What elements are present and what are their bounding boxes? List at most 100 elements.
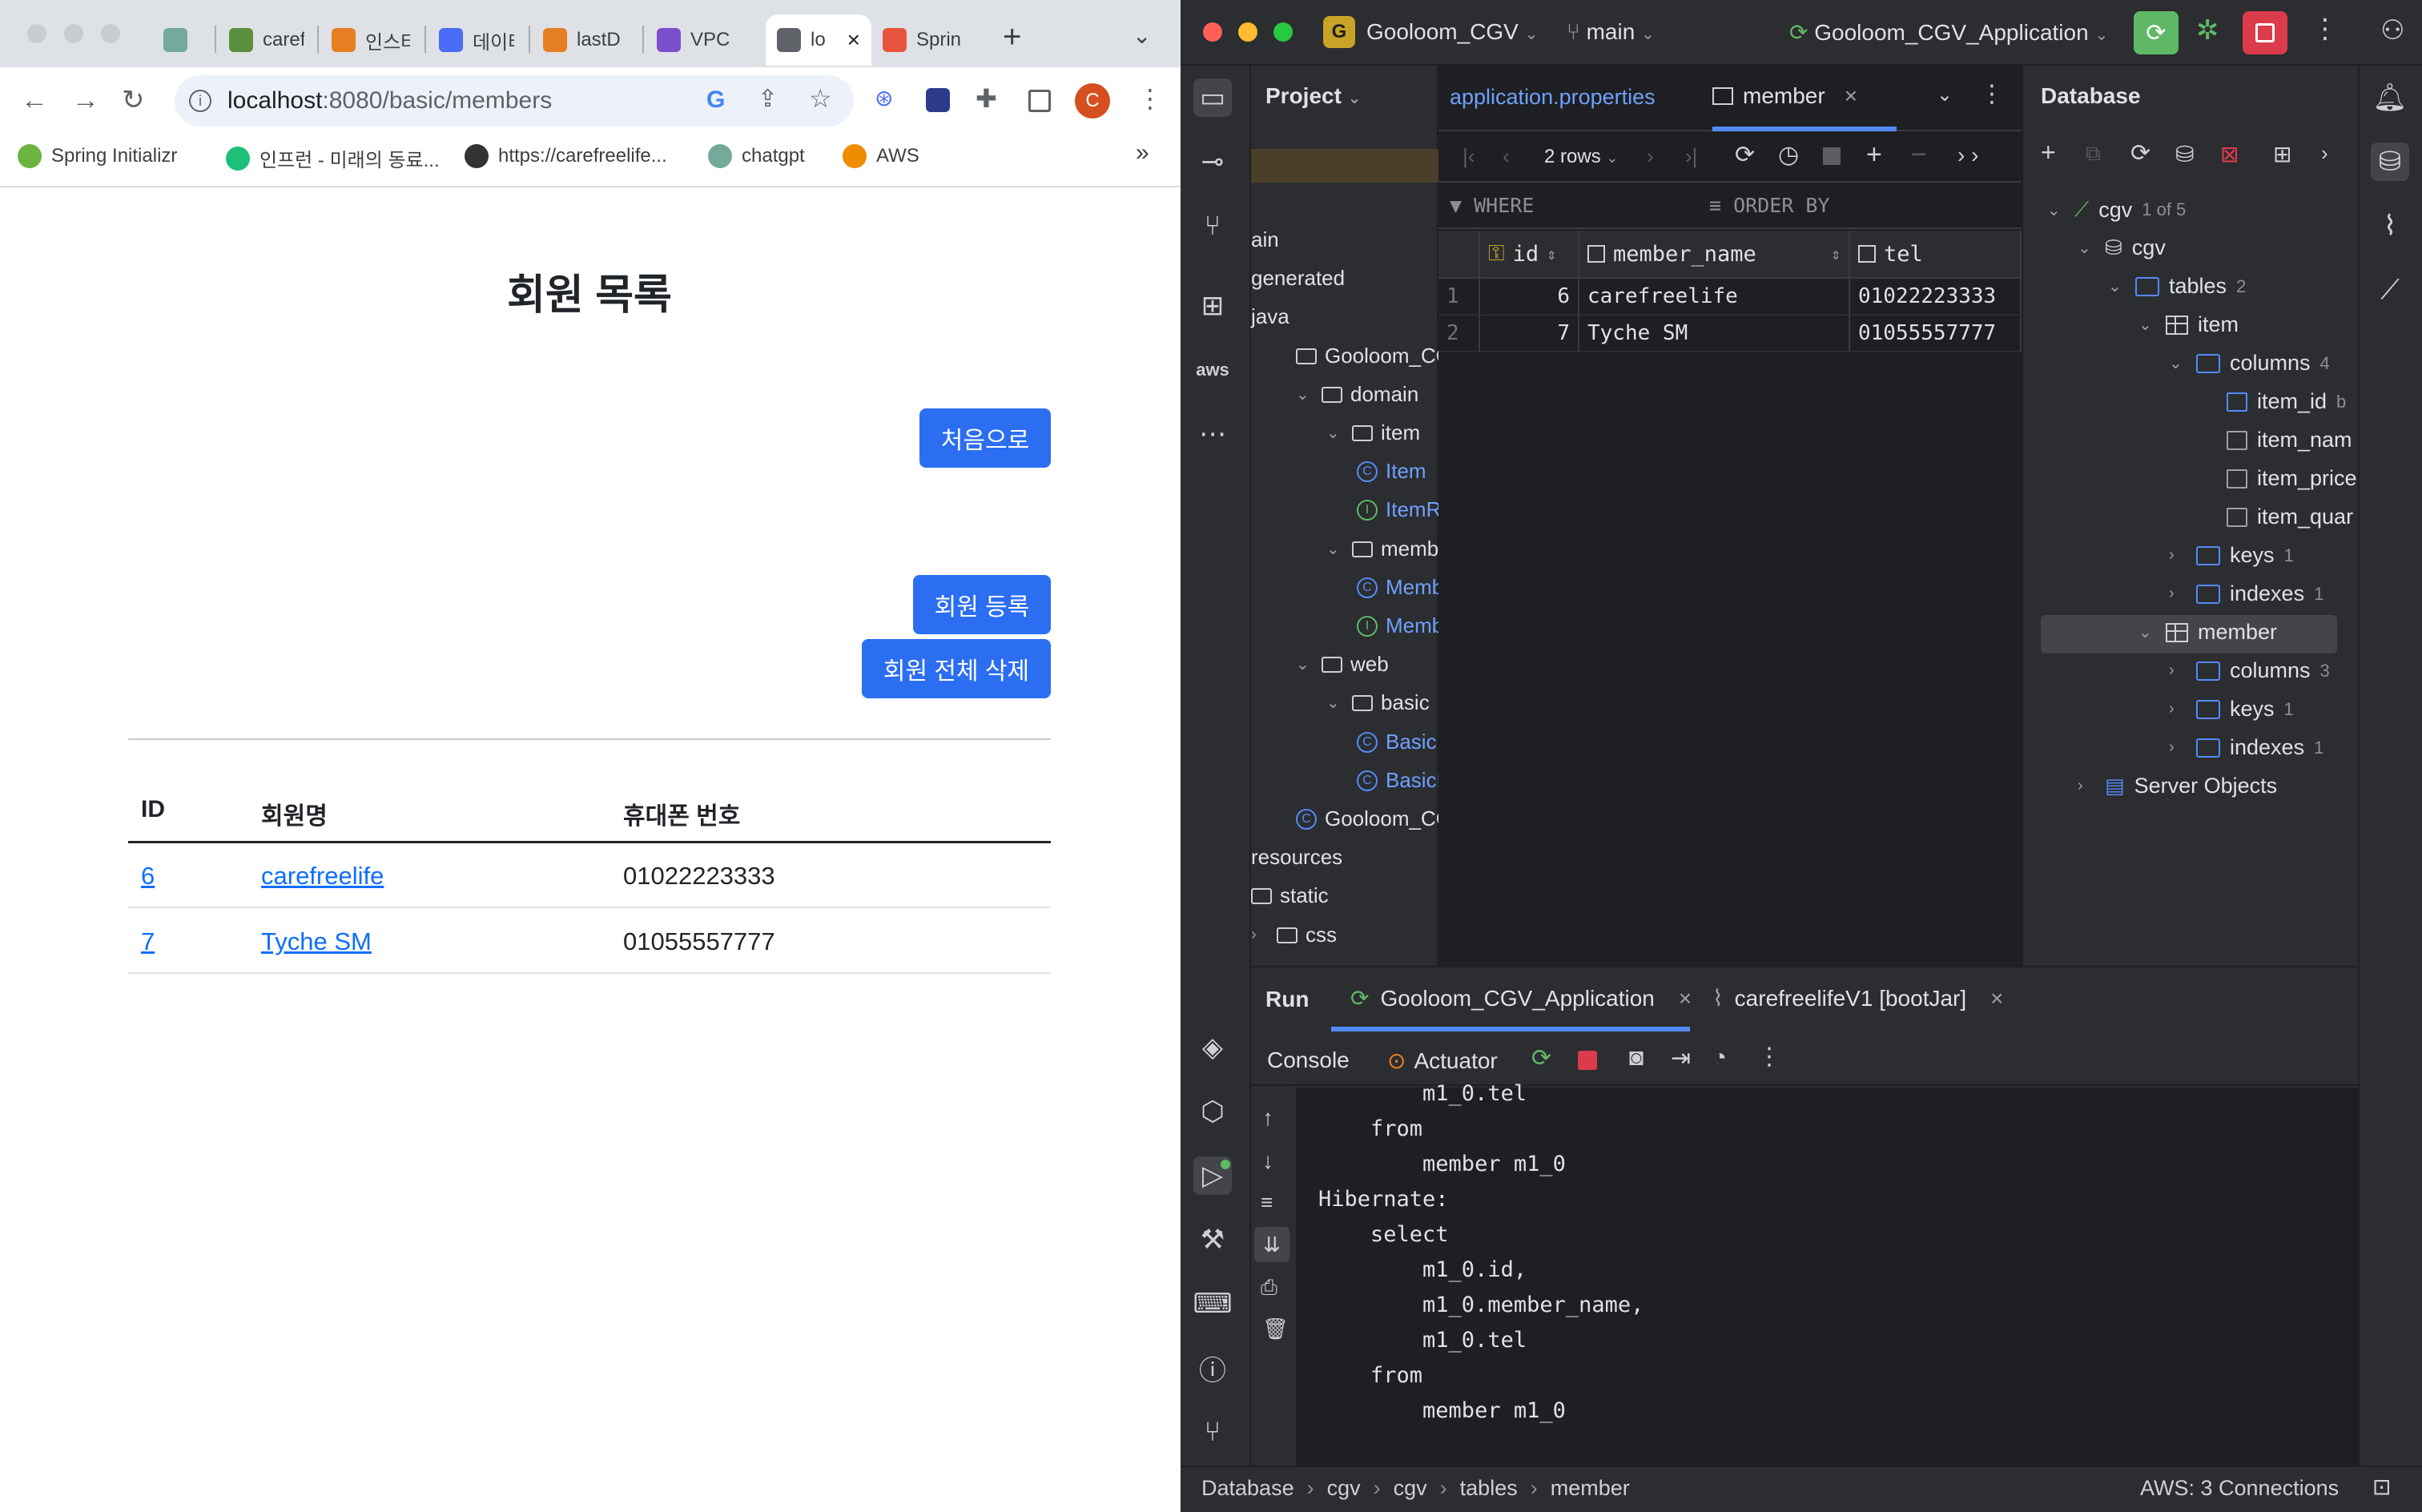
breadcrumb-item[interactable]: member (1551, 1476, 1630, 1501)
pull-requests-icon[interactable]: ⑂ (1193, 207, 1232, 245)
refresh-icon[interactable]: ⟳ (1735, 141, 1755, 169)
scroll-down-icon[interactable]: ↓ (1262, 1148, 1273, 1174)
chevron-icon[interactable]: ⌄ (2138, 315, 2156, 335)
project-tree-item[interactable]: ⌄ web (1296, 652, 1389, 677)
db-tree-item[interactable]: ⌄ ⛁ cgv (2078, 235, 2166, 260)
bookmark-item[interactable]: Spring Initializr (18, 144, 177, 168)
browser-tab[interactable]: 데이터 (428, 14, 514, 66)
git-icon[interactable]: ⑂ (1193, 1413, 1232, 1451)
print-icon[interactable]: ⎙ (1261, 1275, 1277, 1301)
project-tree-item[interactable]: ⌄ domain (1296, 382, 1418, 407)
chevron-icon[interactable]: ⌄ (2078, 238, 2095, 258)
rerun-icon[interactable]: ⟳ (2134, 11, 2179, 54)
branch-selector[interactable]: ⑂ main ⌄ (1567, 19, 1655, 45)
database-tool-icon[interactable]: ⛁ (2371, 143, 2409, 181)
register-member-button[interactable]: 회원 등록 (913, 575, 1051, 634)
close-tab-icon[interactable]: × (847, 27, 860, 53)
browser-tab[interactable]: 인스타 (320, 14, 410, 66)
chevron-icon[interactable]: ⌄ (2047, 200, 2065, 220)
delete-all-members-button[interactable]: 회원 전체 삭제 (862, 639, 1051, 698)
db-copy-icon[interactable]: ⧉ (2086, 141, 2101, 167)
project-tree-item[interactable]: generated (1251, 266, 1345, 291)
build-icon[interactable]: ⚒ (1193, 1220, 1232, 1259)
next-page-icon[interactable]: › (1647, 144, 1654, 169)
notifications-icon[interactable]: 🔔︎ (2371, 78, 2409, 117)
profiler-icon[interactable]: ⟋ (2371, 271, 2409, 309)
actuator-tab[interactable]: ⊙ Actuator (1387, 1048, 1498, 1074)
bookmarks-more-button[interactable]: » (1136, 139, 1149, 167)
minimize-window-button[interactable] (64, 24, 83, 43)
rows-count-selector[interactable]: 2 rows ⌄ (1544, 146, 1618, 168)
bookmark-item[interactable]: 인프런 - 미래의 동료... (226, 144, 440, 172)
stop-small-icon[interactable] (1578, 1051, 1597, 1070)
tab-application-properties[interactable]: application.properties (1450, 85, 1656, 110)
zoom-window-button[interactable] (101, 24, 120, 43)
site-info-icon[interactable]: i (189, 90, 211, 112)
project-tree-item[interactable]: java (1251, 304, 1289, 329)
url-text[interactable]: localhost:8080/basic/members (227, 87, 552, 115)
services-icon[interactable]: ◈ (1193, 1028, 1232, 1067)
db-tree-item[interactable]: › keys 1 (2169, 543, 2294, 568)
endpoints-icon[interactable]: ⬡ (1193, 1092, 1232, 1131)
chevron-icon[interactable]: › (2169, 662, 2187, 680)
chevron-icon[interactable]: ⌄ (1326, 539, 1344, 559)
db-tree-item[interactable]: › indexes 1 (2169, 581, 2323, 606)
db-tree-item[interactable]: ⌄ item (2138, 312, 2239, 337)
soft-wrap-icon[interactable]: ≡ (1261, 1190, 1273, 1215)
project-tree-item[interactable]: ⌄ item (1326, 420, 1420, 445)
db-tree-item[interactable]: item_price (2199, 466, 2357, 491)
close-tab-icon[interactable]: × (1990, 986, 2003, 1011)
project-tree-item[interactable]: ⌄ basic (1326, 690, 1430, 715)
toolbar-overflow-icon[interactable]: › › (1957, 143, 1978, 168)
scroll-to-end-icon[interactable]: ⇊ (1254, 1227, 1289, 1262)
back-icon[interactable]: ← (21, 86, 48, 114)
clear-console-icon[interactable]: 🗑︎ (1262, 1317, 1289, 1341)
screenshot-icon[interactable]: ◙ (1629, 1044, 1644, 1072)
db-more-icon[interactable]: › (2321, 141, 2328, 166)
scroll-up-icon[interactable]: ↑ (1262, 1105, 1273, 1131)
browser-tab[interactable]: Sprin (871, 14, 966, 66)
profile-avatar[interactable]: C (1075, 83, 1110, 119)
project-tree-item[interactable]: C Item (1357, 459, 1426, 484)
where-filter[interactable]: ▼ WHERE (1450, 194, 1534, 217)
more-actions-icon[interactable]: ⋮ (2311, 13, 2339, 45)
bookmark-item[interactable]: AWS (843, 144, 919, 168)
db-tree-item[interactable]: ⌄ ⟋ cgv 1 of 5 (2047, 197, 2186, 223)
breadcrumb-item[interactable]: cgv (1394, 1476, 1427, 1501)
chevron-icon[interactable]: ⌄ (2138, 622, 2156, 642)
forward-icon[interactable]: → (72, 86, 99, 114)
close-window-button[interactable] (27, 24, 46, 43)
reload-icon[interactable]: ↻ (122, 86, 145, 114)
console-more-icon[interactable]: ⋮ (1757, 1043, 1781, 1071)
project-tree-item[interactable]: resources (1251, 845, 1342, 870)
project-tool-icon[interactable]: ▭ (1193, 78, 1232, 117)
grid-column-header[interactable]: member_name ⇕ (1579, 231, 1850, 279)
close-tab-icon[interactable]: × (1679, 986, 1692, 1011)
share-icon[interactable]: ⇪ (758, 85, 778, 113)
first-page-icon[interactable]: |‹ (1462, 144, 1475, 169)
extension-2-icon[interactable] (926, 88, 950, 112)
chevron-icon[interactable]: ⌄ (1296, 384, 1314, 404)
member-id-link[interactable]: 6 (141, 862, 155, 890)
chevron-icon[interactable]: ⌄ (1326, 693, 1344, 713)
commit-icon[interactable]: ⊸ (1193, 143, 1232, 181)
chevron-icon[interactable]: › (2169, 585, 2187, 603)
db-tree-item[interactable]: ⌄ member (2138, 620, 2277, 645)
grid-cell[interactable]: 01055557777 (1850, 316, 2022, 352)
grid-column-header[interactable]: tel (1850, 231, 2022, 279)
db-tree-item[interactable]: ⌄ tables 2 (2108, 274, 2246, 299)
member-name-link[interactable]: carefreelife (261, 862, 384, 890)
project-tree-item[interactable]: C Gooloom_CG (1296, 806, 1452, 831)
problems-icon[interactable]: ⓘ (1193, 1349, 1232, 1387)
db-tree-item[interactable]: ⌄ columns 4 (2169, 351, 2330, 376)
chevron-icon[interactable]: › (2078, 777, 2095, 795)
prev-page-icon[interactable]: ‹ (1503, 144, 1510, 169)
debug-icon[interactable]: ✲ (2196, 14, 2219, 46)
lock-icon[interactable]: ⊡ (2372, 1474, 2391, 1500)
db-refresh-icon[interactable]: ⟳ (2130, 139, 2150, 167)
member-name-link[interactable]: Tyche SM (261, 927, 372, 955)
browser-tab[interactable]: lo × (766, 14, 871, 66)
grid-cell[interactable]: 7 (1480, 316, 1579, 352)
run-tab-carefreelife[interactable]: ⌇ carefreelifeV1 [bootJar] × (1712, 985, 2004, 1011)
chevron-icon[interactable]: › (2169, 700, 2187, 718)
